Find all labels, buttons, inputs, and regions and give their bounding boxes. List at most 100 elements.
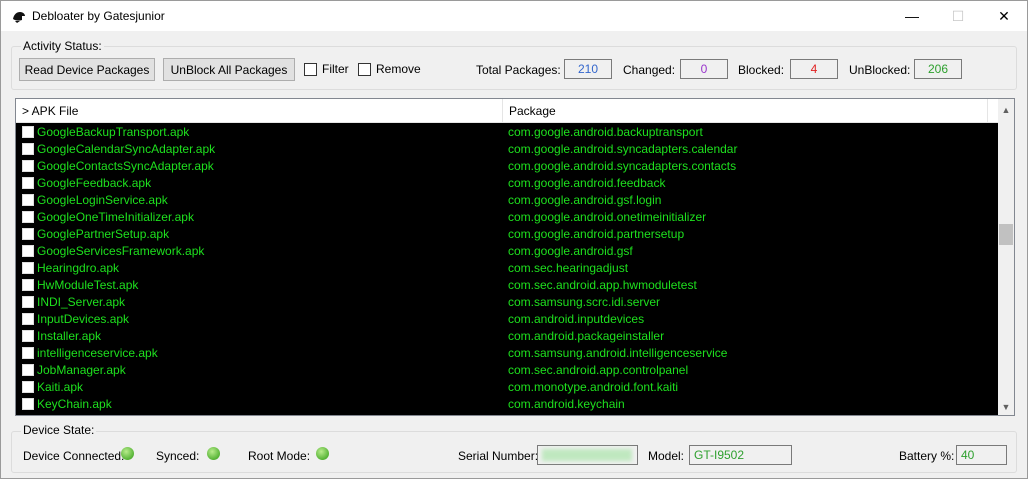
serial-number-redacted	[542, 449, 632, 461]
row-checkbox[interactable]	[22, 279, 34, 291]
filter-checkbox[interactable]: Filter	[304, 62, 349, 76]
scroll-up-icon[interactable]: ▲	[998, 101, 1014, 118]
device-state-label: Device State:	[21, 423, 97, 437]
row-checkbox[interactable]	[22, 262, 34, 274]
minimize-button[interactable]: —	[889, 1, 935, 31]
apk-file-cell: GoogleLoginService.apk	[37, 193, 168, 207]
model-label: Model:	[648, 449, 685, 463]
total-packages-value: 210	[564, 59, 612, 79]
row-checkbox[interactable]	[22, 330, 34, 342]
list-item[interactable]: Kaiti.apk com.monotype.android.font.kaiti	[16, 379, 998, 396]
scroll-thumb[interactable]	[999, 224, 1013, 245]
package-cell: com.samsung.scrc.idi.server	[508, 295, 661, 309]
package-cell: com.google.android.partnersetup	[508, 227, 685, 241]
row-checkbox[interactable]	[22, 143, 34, 155]
list-item[interactable]: HwModuleTest.apk com.sec.android.app.hwmo…	[16, 277, 998, 294]
apk-file-cell: InputDevices.apk	[37, 312, 130, 326]
package-cell: com.google.android.backuptransport	[508, 125, 703, 139]
maximize-button[interactable]: ☐	[935, 1, 981, 31]
filter-checkbox-box[interactable]	[304, 62, 317, 76]
row-checkbox[interactable]	[22, 313, 34, 325]
row-checkbox[interactable]	[22, 211, 34, 223]
apk-file-cell: GoogleBackupTransport.apk	[37, 125, 190, 139]
device-connected-label: Device Connected:	[23, 449, 125, 463]
column-header-apk-file[interactable]: > APK File	[16, 99, 503, 123]
synced-indicator-icon	[207, 447, 220, 460]
list-rows: GoogleBackupTransport.apk com.google.andr…	[16, 124, 998, 413]
column-header-package[interactable]: Package	[503, 99, 988, 123]
close-button[interactable]: ✕	[981, 1, 1027, 31]
package-cell: com.google.android.onetimeinitializer	[508, 210, 707, 224]
package-cell: com.sec.hearingadjust	[508, 261, 629, 275]
filter-label: Filter	[322, 62, 349, 76]
row-checkbox[interactable]	[22, 364, 34, 376]
activity-status-label: Activity Status:	[21, 39, 104, 53]
remove-label: Remove	[376, 62, 421, 76]
row-checkbox[interactable]	[22, 194, 34, 206]
package-cell: com.monotype.android.font.kaiti	[508, 380, 679, 394]
row-checkbox[interactable]	[22, 245, 34, 257]
app-logo-icon	[13, 12, 25, 23]
list-item[interactable]: intelligenceservice.apk com.samsung.andro…	[16, 345, 998, 362]
row-checkbox[interactable]	[22, 126, 34, 138]
list-item[interactable]: GoogleLoginService.apk com.google.android…	[16, 192, 998, 209]
package-cell: com.google.android.gsf	[508, 244, 633, 258]
list-item[interactable]: INDI_Server.apk com.samsung.scrc.idi.serv…	[16, 294, 998, 311]
device-connected-indicator-icon	[121, 447, 134, 460]
row-checkbox[interactable]	[22, 160, 34, 172]
vertical-scrollbar[interactable]: ▲ ▼	[998, 99, 1014, 415]
apk-file-cell: KeyChain.apk	[37, 397, 112, 411]
list-header: > APK File Package	[16, 99, 1014, 123]
apk-file-cell: GoogleOneTimeInitializer.apk	[37, 210, 194, 224]
apk-file-cell: GoogleContactsSyncAdapter.apk	[37, 159, 214, 173]
package-list[interactable]: > APK File Package GoogleBackupTransport…	[15, 98, 1015, 416]
package-cell: com.samsung.android.intelligenceservice	[508, 346, 728, 360]
list-item[interactable]: Installer.apk com.android.packageinstalle…	[16, 328, 998, 345]
package-cell: com.google.android.gsf.login	[508, 193, 662, 207]
package-cell: com.google.android.syncadapters.calendar	[508, 142, 738, 156]
list-item[interactable]: GoogleContactsSyncAdapter.apk com.google.…	[16, 158, 998, 175]
list-item[interactable]: GoogleCalendarSyncAdapter.apk com.google.…	[16, 141, 998, 158]
list-item[interactable]: Hearingdro.apk com.sec.hearingadjust	[16, 260, 998, 277]
row-checkbox[interactable]	[22, 177, 34, 189]
remove-checkbox-box[interactable]	[358, 62, 371, 76]
changed-label: Changed:	[623, 63, 676, 77]
changed-value: 0	[680, 59, 728, 79]
unblocked-label: UnBlocked:	[849, 63, 911, 77]
battery-field: 40	[956, 445, 1007, 465]
list-item[interactable]: GoogleBackupTransport.apk com.google.andr…	[16, 124, 998, 141]
apk-file-cell: Hearingdro.apk	[37, 261, 120, 275]
list-item[interactable]: KeyChain.apk com.android.keychain	[16, 396, 998, 413]
synced-label: Synced:	[156, 449, 200, 463]
row-checkbox[interactable]	[22, 381, 34, 393]
row-checkbox[interactable]	[22, 347, 34, 359]
serial-number-field	[537, 445, 638, 465]
apk-file-cell: JobManager.apk	[37, 363, 126, 377]
apk-file-cell: GoogleFeedback.apk	[37, 176, 152, 190]
read-device-packages-button[interactable]: Read Device Packages	[19, 58, 155, 81]
package-cell: com.google.android.feedback	[508, 176, 666, 190]
row-checkbox[interactable]	[22, 398, 34, 410]
list-item[interactable]: InputDevices.apk com.android.inputdevices	[16, 311, 998, 328]
list-item[interactable]: GoogleOneTimeInitializer.apk com.google.a…	[16, 209, 998, 226]
battery-label: Battery %:	[899, 449, 955, 463]
list-item[interactable]: GoogleServicesFramework.apk com.google.an…	[16, 243, 998, 260]
apk-file-cell: GoogleCalendarSyncAdapter.apk	[37, 142, 216, 156]
scroll-down-icon[interactable]: ▼	[998, 398, 1014, 415]
total-packages-label: Total Packages:	[476, 63, 561, 77]
apk-file-cell: INDI_Server.apk	[37, 295, 126, 309]
row-checkbox[interactable]	[22, 296, 34, 308]
unblock-all-packages-button[interactable]: UnBlock All Packages	[163, 58, 295, 81]
root-mode-label: Root Mode:	[248, 449, 311, 463]
list-item[interactable]: GooglePartnerSetup.apk com.google.android…	[16, 226, 998, 243]
apk-file-cell: HwModuleTest.apk	[37, 278, 139, 292]
row-checkbox[interactable]	[22, 228, 34, 240]
window-title: Debloater by Gatesjunior	[32, 9, 165, 23]
unblocked-value: 206	[914, 59, 962, 79]
apk-file-cell: GoogleServicesFramework.apk	[37, 244, 205, 258]
package-cell: com.android.inputdevices	[508, 312, 645, 326]
remove-checkbox[interactable]: Remove	[358, 62, 421, 76]
apk-file-cell: Kaiti.apk	[37, 380, 84, 394]
list-item[interactable]: GoogleFeedback.apk com.google.android.fee…	[16, 175, 998, 192]
list-item[interactable]: JobManager.apk com.sec.android.app.contro…	[16, 362, 998, 379]
